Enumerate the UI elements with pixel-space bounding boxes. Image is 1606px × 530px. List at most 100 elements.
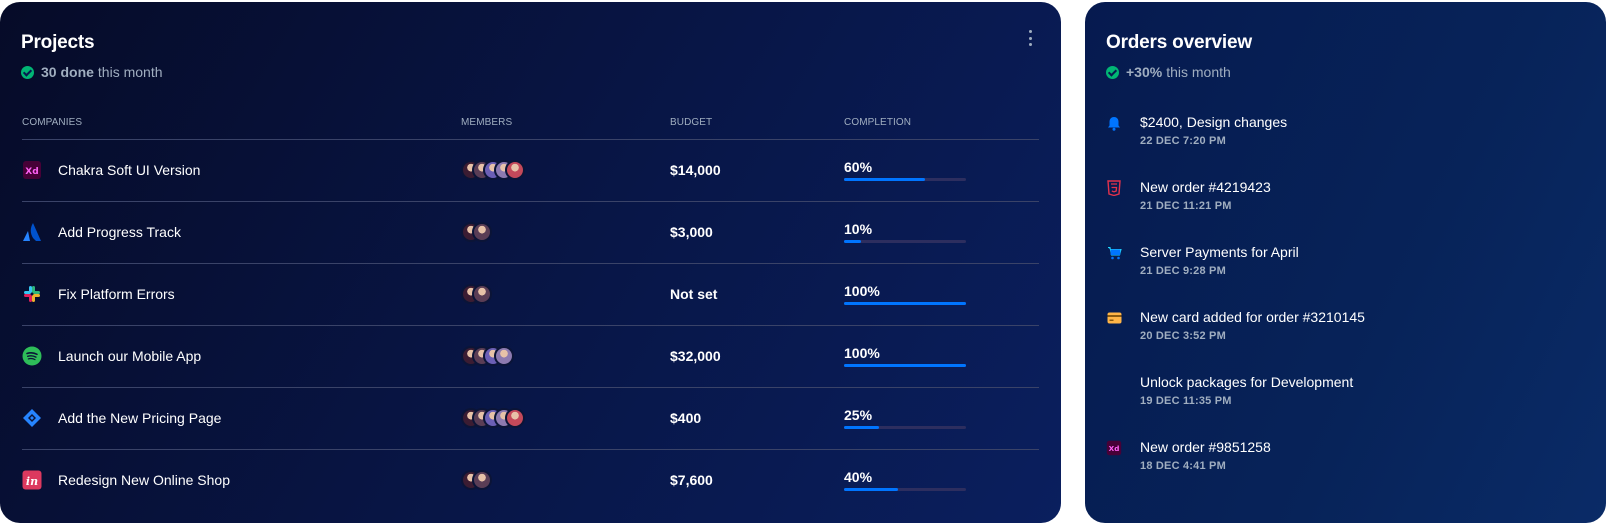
- invision-icon: in: [22, 470, 42, 490]
- table-row[interactable]: Launch our Mobile App $32,000 100%: [22, 325, 1039, 388]
- company-cell: in Redesign New Online Shop: [22, 449, 461, 511]
- budget-value: Not set: [670, 286, 718, 302]
- timeline-item[interactable]: Xd New order #9851258 18 DEC 4:41 PM: [1106, 435, 1365, 500]
- budget-cell: $7,600: [670, 449, 844, 511]
- svg-text:Xd: Xd: [1109, 444, 1120, 453]
- member-avatar[interactable]: [472, 222, 492, 242]
- timeline-date: 21 DEC 9:28 PM: [1140, 265, 1226, 277]
- timeline-title: New card added for order #3210145: [1140, 309, 1365, 325]
- orders-growth-suffix: this month: [1166, 64, 1231, 80]
- progress-bar: [844, 178, 966, 181]
- company-cell: Add Progress Track: [22, 201, 461, 264]
- member-avatars: [461, 346, 670, 366]
- atlassian-icon: [22, 222, 42, 242]
- completion-percent: 40%: [844, 469, 873, 486]
- progress-bar-fill: [844, 364, 966, 367]
- column-header-completion: COMPLETION: [844, 106, 1039, 140]
- company-name: Chakra Soft UI Version: [58, 162, 201, 178]
- timeline-title: $2400, Design changes: [1140, 114, 1288, 130]
- budget-value: $400: [670, 410, 702, 426]
- members-cell: [461, 139, 670, 202]
- company-name: Add Progress Track: [58, 224, 181, 240]
- progress-bar-fill: [844, 426, 880, 429]
- column-header-budget: BUDGET: [670, 106, 844, 140]
- table-row[interactable]: Add the New Pricing Page $400 25%: [22, 387, 1039, 450]
- completion-cell: 100%: [844, 325, 1039, 388]
- budget-cell: $14,000: [670, 139, 844, 202]
- members-cell: [461, 201, 670, 264]
- adobe-xd-icon: Xd: [22, 160, 42, 180]
- orders-title: Orders overview: [1106, 32, 1252, 53]
- member-avatar[interactable]: [505, 408, 525, 428]
- done-count: 30 done: [41, 64, 94, 80]
- column-header-members: MEMBERS: [461, 106, 670, 140]
- completion-percent: 100%: [844, 283, 880, 299]
- member-avatar[interactable]: [494, 346, 514, 366]
- progress-bar: [844, 426, 966, 429]
- credit-card-icon: [1106, 310, 1122, 326]
- member-avatar[interactable]: [472, 284, 492, 304]
- member-avatars: [461, 222, 670, 242]
- spotify-icon: [22, 346, 42, 366]
- html5-icon: [1106, 180, 1122, 196]
- more-options-icon[interactable]: [1027, 30, 1033, 46]
- completion-cell: 60%: [844, 139, 1039, 202]
- members-cell: [461, 387, 670, 450]
- budget-value: $32,000: [670, 348, 721, 364]
- column-header-companies: COMPANIES: [22, 106, 461, 140]
- member-avatars: [461, 160, 670, 180]
- progress-bar: [844, 364, 966, 367]
- timeline-date: 18 DEC 4:41 PM: [1140, 460, 1226, 472]
- table-row[interactable]: Add Progress Track $3,000 10%: [22, 201, 1039, 264]
- bell-icon: [1106, 115, 1122, 131]
- members-cell: [461, 449, 670, 511]
- adobe-xd-icon: Xd: [1106, 440, 1122, 456]
- slack-icon: [22, 284, 42, 304]
- progress-bar-fill: [844, 178, 925, 181]
- orders-overview-card: Orders overview +30% this month $2400, D…: [1085, 2, 1606, 523]
- projects-table: COMPANIES MEMBERS BUDGET COMPLETION Xd C…: [22, 106, 1039, 511]
- timeline-title: Server Payments for April: [1140, 244, 1299, 260]
- progress-bar-fill: [844, 488, 898, 492]
- completion-cell: 40%: [844, 449, 1039, 511]
- completion-percent: 25%: [844, 407, 873, 423]
- completion-cell: 10%: [844, 201, 1039, 264]
- progress-bar: [844, 302, 966, 305]
- timeline-item[interactable]: New card added for order #3210145 20 DEC…: [1106, 305, 1365, 370]
- projects-card: Projects 30 done this month COMPANIES ME…: [0, 2, 1061, 523]
- progress-bar-fill: [844, 302, 966, 305]
- budget-value: $3,000: [670, 224, 713, 240]
- timeline-date: 20 DEC 3:52 PM: [1140, 330, 1226, 342]
- projects-subtitle: 30 done this month: [21, 64, 163, 80]
- timeline-item[interactable]: $2400, Design changes 22 DEC 7:20 PM: [1106, 110, 1365, 175]
- member-avatars: [461, 470, 670, 491]
- projects-title: Projects: [21, 32, 95, 53]
- table-row[interactable]: Fix Platform Errors Not set 100%: [22, 263, 1039, 326]
- completion-cell: 25%: [844, 387, 1039, 450]
- orders-growth: +30%: [1126, 64, 1163, 80]
- completion-cell: 100%: [844, 263, 1039, 326]
- svg-text:in: in: [26, 475, 38, 488]
- table-row[interactable]: in Redesign New Online Shop $7,600 40%: [22, 449, 1039, 511]
- member-avatars: [461, 408, 670, 428]
- timeline-item[interactable]: New order #4219423 21 DEC 11:21 PM: [1106, 175, 1365, 240]
- budget-cell: $400: [670, 387, 844, 450]
- orders-subtitle: +30% this month: [1106, 64, 1231, 80]
- member-avatar[interactable]: [505, 160, 525, 180]
- budget-value: $14,000: [670, 162, 721, 178]
- jira-icon: [22, 408, 42, 428]
- progress-bar: [844, 488, 966, 492]
- timeline-item[interactable]: Unlock packages for Development 19 DEC 1…: [1106, 370, 1365, 435]
- timeline-item[interactable]: Server Payments for April 21 DEC 9:28 PM: [1106, 240, 1365, 305]
- members-cell: [461, 263, 670, 326]
- timeline-title: New order #9851258: [1140, 439, 1271, 455]
- done-suffix: this month: [97, 64, 163, 80]
- member-avatar[interactable]: [472, 470, 492, 491]
- budget-value: $7,600: [670, 472, 713, 489]
- timeline-date: 22 DEC 7:20 PM: [1140, 135, 1226, 147]
- table-row[interactable]: Xd Chakra Soft UI Version $14,000 60%: [22, 139, 1039, 202]
- check-circle-icon: [21, 65, 34, 79]
- company-name: Redesign New Online Shop: [58, 472, 230, 489]
- budget-cell: $32,000: [670, 325, 844, 388]
- company-name: Launch our Mobile App: [58, 348, 202, 364]
